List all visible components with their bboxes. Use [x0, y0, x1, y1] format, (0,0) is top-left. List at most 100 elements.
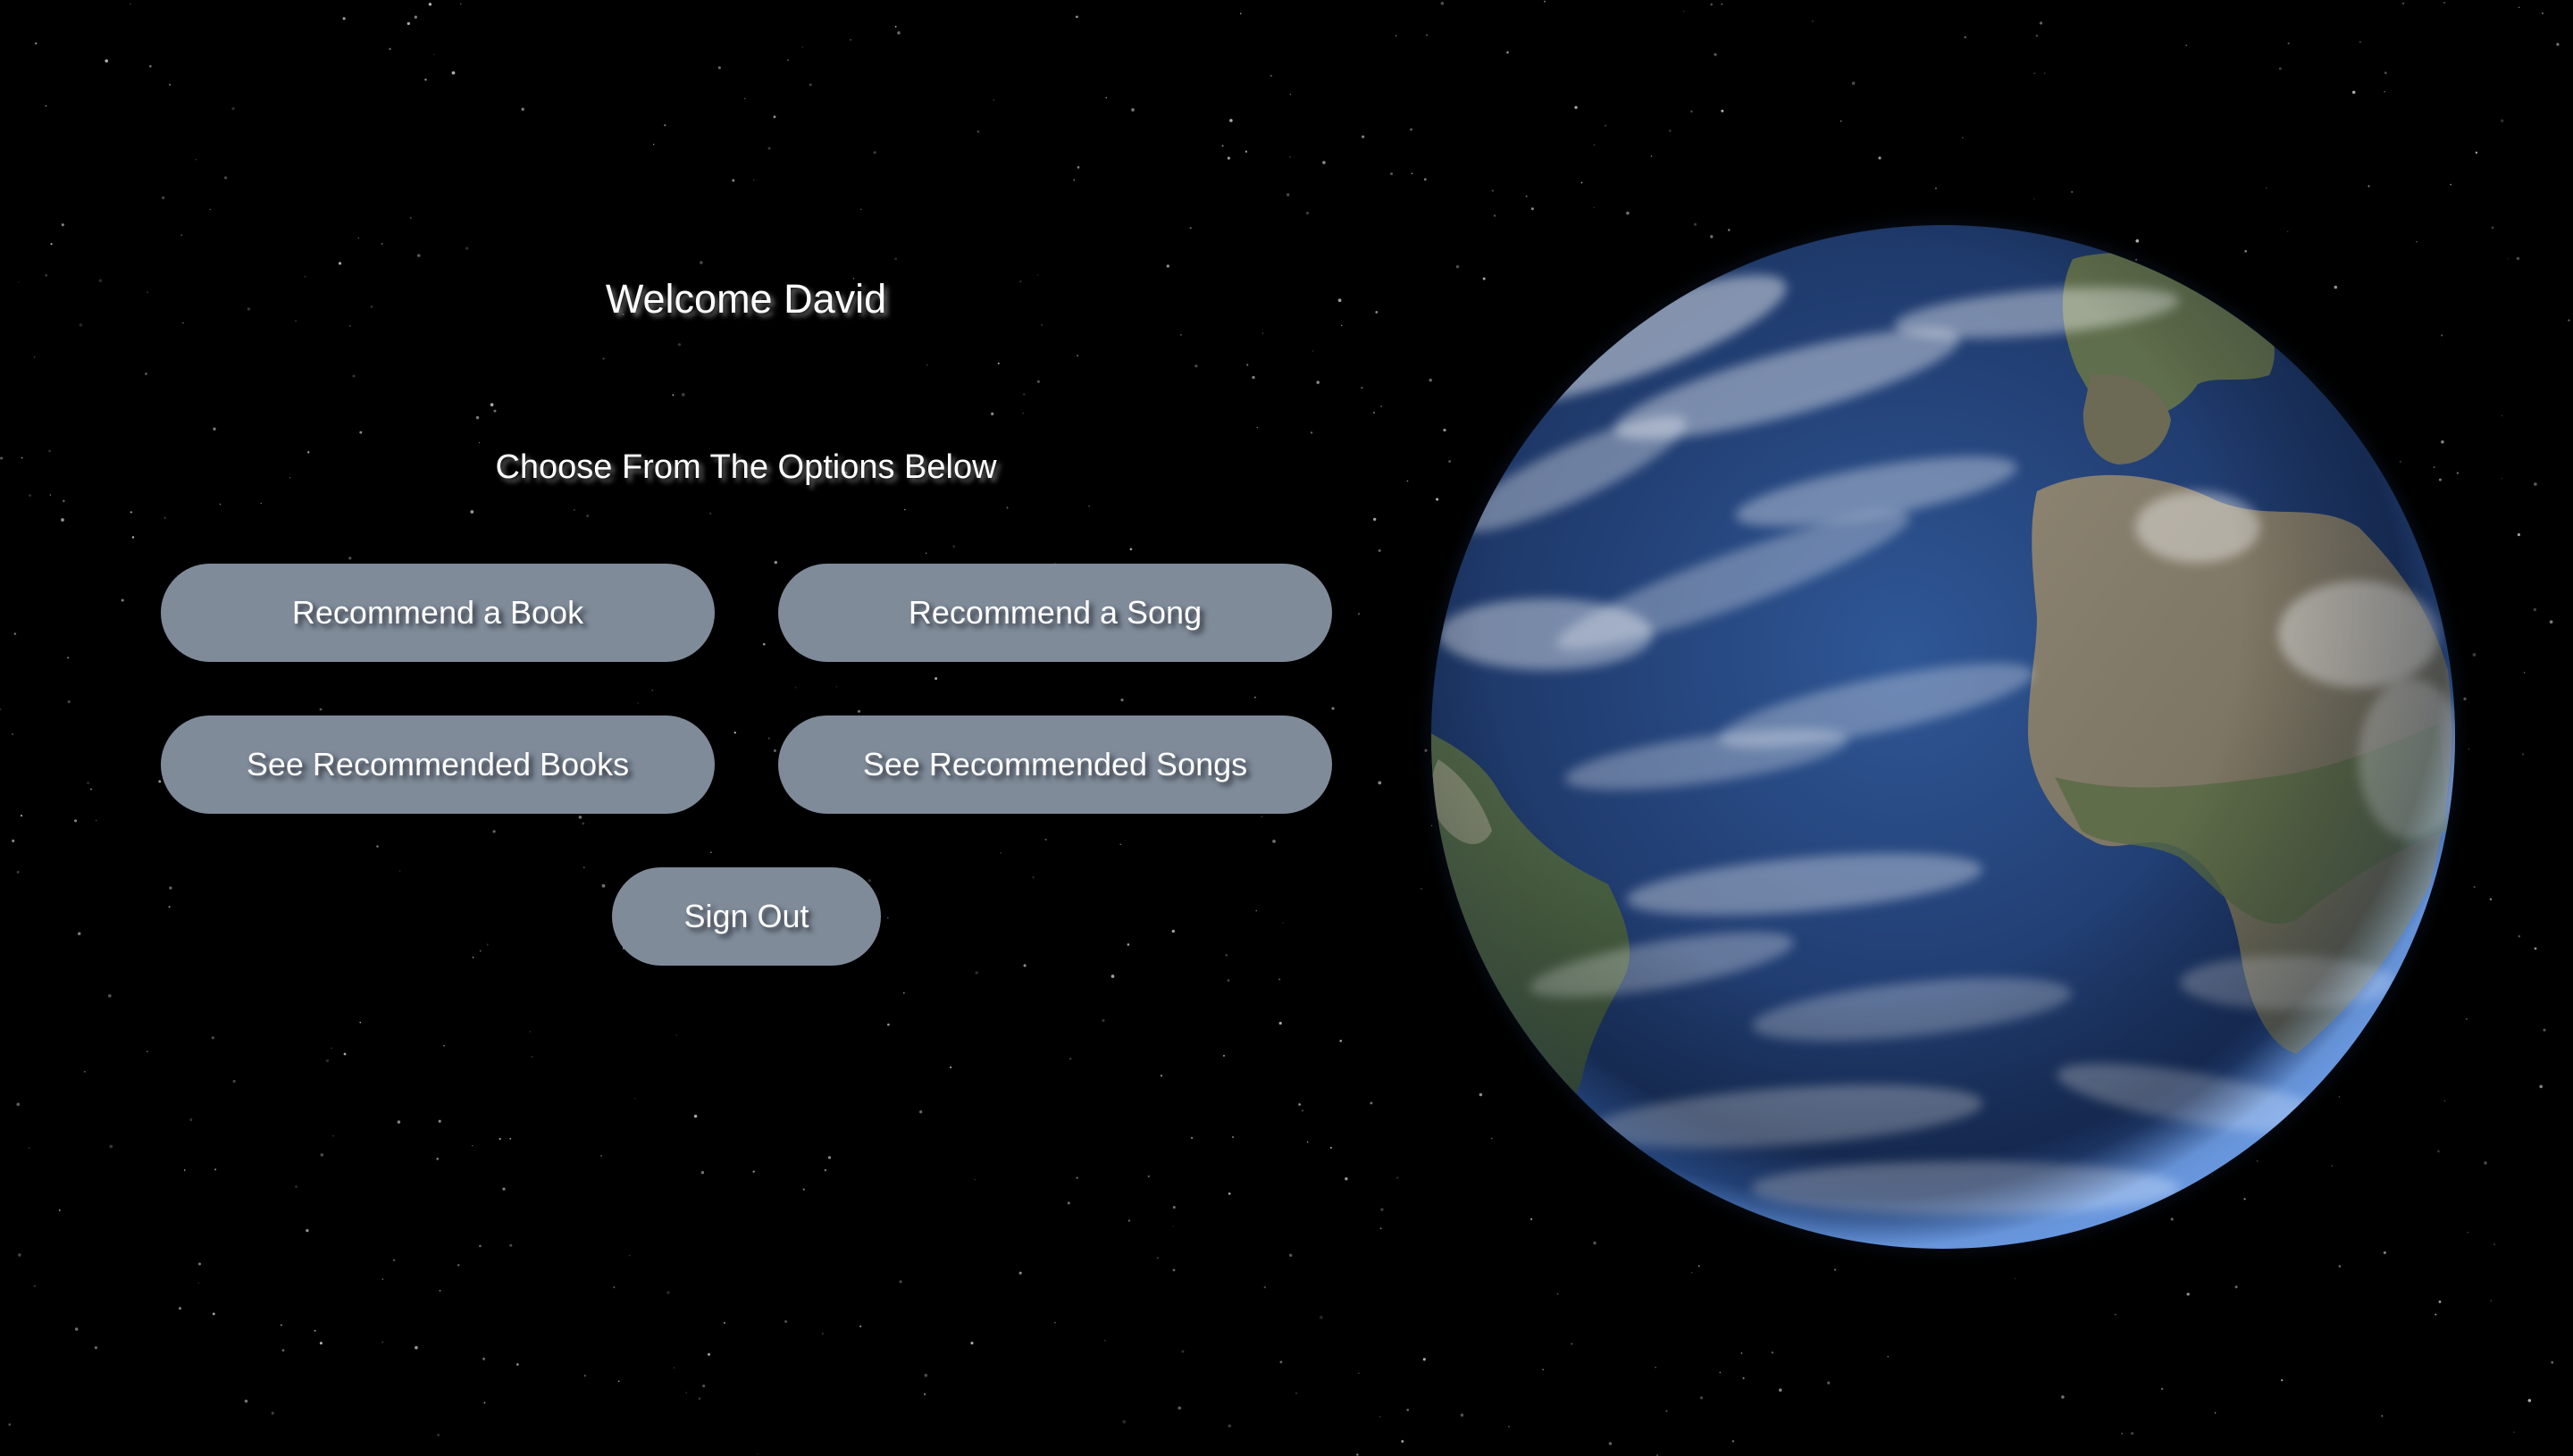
star [2534, 947, 2537, 950]
star [1544, 0, 1546, 3]
star [1608, 1442, 1613, 1445]
star [2533, 607, 2536, 612]
star [1721, 3, 1723, 5]
sign-out-button[interactable]: Sign Out [612, 867, 881, 966]
star [2115, 1313, 2116, 1316]
star [1650, 155, 1653, 157]
star [2484, 1161, 2487, 1165]
star [2281, 1379, 2284, 1382]
star [1779, 1388, 1782, 1392]
star [1771, 1351, 1773, 1354]
star [1721, 109, 1724, 113]
star [1742, 1377, 1745, 1379]
star [2351, 90, 2356, 95]
star [2234, 1285, 2238, 1289]
star [2516, 256, 2520, 261]
star [1580, 181, 1583, 184]
star [2549, 620, 2553, 624]
star [2539, 1084, 2543, 1089]
star [2443, 1, 2446, 4]
star [1491, 189, 1494, 192]
star [2517, 533, 2520, 537]
menu-panel: Welcome David Choose From The Options Be… [0, 0, 1492, 1456]
star [1574, 105, 1578, 109]
star [1827, 1381, 1831, 1385]
star [2401, 2, 2405, 5]
star [2438, 1301, 2442, 1303]
see-recommended-songs-button[interactable]: See Recommended Songs [778, 715, 1332, 814]
star [1812, 21, 1814, 22]
star [2551, 1361, 2553, 1364]
star [1556, 1293, 1559, 1295]
recommend-book-button[interactable]: Recommend a Book [161, 564, 715, 662]
star [1506, 51, 1509, 54]
star [2489, 898, 2493, 900]
options-subtitle: Choose From The Options Below [495, 448, 997, 486]
star [2131, 1432, 2134, 1435]
star [2475, 151, 2478, 155]
star [2368, 185, 2370, 188]
star [1665, 1410, 1668, 1412]
star [2071, 190, 2074, 193]
star [2359, 40, 2361, 44]
star [1731, 1440, 1735, 1443]
star [2278, 67, 2282, 71]
star [2384, 71, 2387, 75]
star [2534, 482, 2537, 486]
star [1710, 3, 1713, 6]
star [1699, 1396, 1704, 1400]
see-recommended-books-button[interactable]: See Recommended Books [161, 715, 715, 814]
star [1935, 187, 1937, 189]
star [2160, 1387, 2164, 1391]
star [2507, 257, 2509, 260]
star [2450, 183, 2451, 186]
star [2186, 1293, 2190, 1296]
star [1834, 1268, 1837, 1271]
star [2039, 21, 2043, 25]
star [2523, 672, 2526, 674]
star [2501, 478, 2502, 480]
star [2185, 45, 2187, 46]
star [1878, 156, 1882, 160]
star [1740, 1352, 1743, 1354]
star [2513, 1431, 2515, 1434]
earth-globe-image [1412, 205, 2475, 1268]
star [2501, 119, 2504, 122]
star [1719, 1371, 1722, 1374]
earth-globe-icon [1412, 205, 2475, 1268]
star [2061, 1395, 2065, 1399]
star [1604, 124, 1607, 127]
star [1964, 36, 1966, 38]
star [1714, 53, 1717, 56]
star [1593, 144, 1596, 146]
welcome-heading: Welcome David [605, 276, 887, 322]
star [1690, 1271, 1693, 1274]
star [1571, 1343, 1573, 1345]
star [2518, 934, 2521, 938]
star [2491, 226, 2494, 230]
star [2527, 1399, 2532, 1402]
star [2543, 1028, 2546, 1032]
star [2035, 34, 2039, 38]
star [2435, 1313, 2437, 1316]
star [1887, 1356, 1889, 1358]
star [1669, 130, 1672, 132]
star [1508, 1426, 1510, 1428]
recommend-song-button[interactable]: Recommend a Song [778, 564, 1332, 662]
star [2568, 319, 2570, 322]
star [2044, 72, 2046, 74]
star [1962, 137, 1964, 138]
star [1683, 10, 1685, 13]
star [2121, 1433, 2123, 1435]
star [2490, 1300, 2493, 1302]
star [2556, 43, 2560, 46]
star [1525, 195, 1528, 197]
star [2521, 753, 2525, 756]
star [2381, 1415, 2384, 1418]
star [1690, 110, 1693, 113]
star [2014, 1277, 2016, 1280]
page: Welcome David Choose From The Options Be… [0, 0, 2573, 1456]
star [2541, 12, 2544, 14]
star [2033, 72, 2036, 75]
star [2287, 42, 2290, 45]
